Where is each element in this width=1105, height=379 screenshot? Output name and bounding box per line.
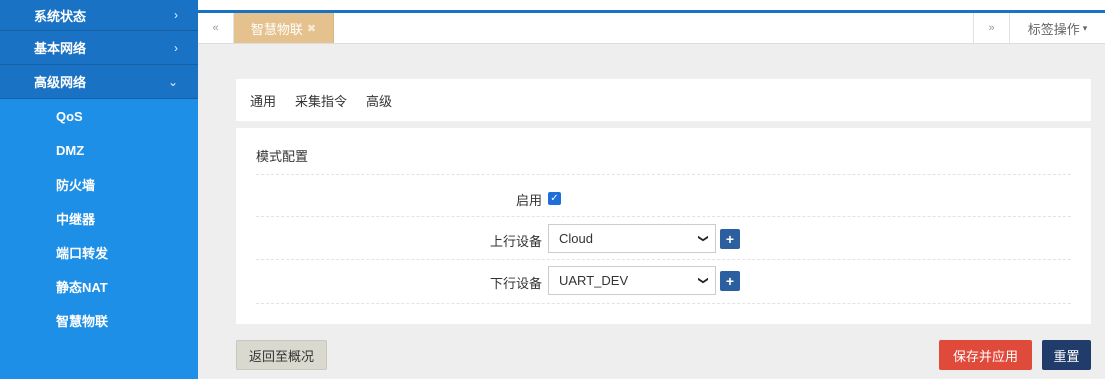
sidebar-item-label: QoS [56, 108, 83, 124]
tab-bar: « 智慧物联 ✖ » 标签操作 ▾ [198, 10, 1105, 44]
tab-spacer [334, 13, 973, 43]
uplink-device-label: 上行设备 [489, 234, 542, 249]
tab-operations-label: 标签操作 [1027, 21, 1080, 37]
sidebar-item-label: 智慧物联 [56, 313, 109, 329]
enable-checkbox[interactable]: ✓ [548, 192, 561, 205]
sidebar-item-repeater[interactable]: 中继器 [0, 201, 198, 235]
caret-down-icon: ▾ [1082, 22, 1088, 33]
chevron-down-icon: ⌄ [167, 74, 178, 89]
save-and-apply-button[interactable]: 保存并应用 [939, 340, 1032, 370]
sidebar-item-dmz[interactable]: DMZ [0, 133, 198, 167]
sidebar-item-port-forward[interactable]: 端口转发 [0, 235, 198, 269]
downlink-device-select[interactable]: UART_DEV ❯ [548, 266, 716, 295]
add-uplink-device-button[interactable]: + [720, 229, 740, 249]
divider [256, 303, 1071, 304]
chevron-right-icon: › [174, 8, 178, 22]
double-chevron-left-icon: « [212, 22, 219, 34]
divider [256, 259, 1071, 260]
tab-operations-dropdown[interactable]: 标签操作 ▾ [1009, 13, 1105, 43]
tab-collect-commands[interactable]: 采集指令 [295, 91, 347, 110]
enable-label: 启用 [515, 193, 542, 208]
sidebar-item-smart-iot[interactable]: 智慧物联 [0, 303, 198, 337]
tab-scroll-right-button[interactable]: » [973, 13, 1009, 43]
add-downlink-device-button[interactable]: + [720, 271, 740, 291]
uplink-device-select[interactable]: Cloud ❯ [548, 224, 716, 253]
sidebar-group-system-status[interactable]: 系统状态 › [0, 0, 198, 31]
close-icon[interactable]: ✖ [307, 22, 316, 35]
tab-scroll-left-button[interactable]: « [198, 13, 234, 43]
panel-title: 模式配置 [256, 149, 309, 164]
downlink-device-label: 下行设备 [489, 276, 542, 291]
sidebar-item-qos[interactable]: QoS [0, 99, 198, 133]
sidebar-item-firewall[interactable]: 防火墙 [0, 167, 198, 201]
sidebar-item-label: 中继器 [56, 211, 96, 227]
double-chevron-right-icon: » [988, 22, 995, 34]
sidebar-group-basic-network[interactable]: 基本网络 › [0, 31, 198, 65]
sidebar-item-label: 端口转发 [56, 245, 109, 261]
sidebar-group-label: 高级网络 [34, 75, 87, 90]
chevron-right-icon: › [174, 40, 178, 55]
sidebar-group-advanced-network[interactable]: 高级网络 ⌄ [0, 65, 198, 99]
mode-config-panel: 模式配置 启用 ✓ 上行设备 Cloud ❯ + 下行设备 UART_DEV ❯… [236, 128, 1091, 324]
reset-button[interactable]: 重置 [1042, 340, 1091, 370]
sidebar-item-label: DMZ [56, 142, 85, 158]
section-tabs: 通用 采集指令 高级 [236, 79, 1091, 121]
sidebar: 系统状态 › 基本网络 › 高级网络 ⌄ QoS DMZ 防火墙 中继器 端口转… [0, 0, 198, 379]
main-content: 通用 采集指令 高级 模式配置 启用 ✓ 上行设备 Cloud ❯ + 下行设备… [198, 44, 1105, 379]
downlink-device-value: UART_DEV [559, 273, 629, 288]
chevron-down-icon: ❯ [697, 276, 709, 285]
sidebar-group-label: 系统状态 [34, 8, 87, 24]
divider [256, 216, 1071, 217]
uplink-device-value: Cloud [559, 231, 593, 246]
sidebar-item-static-nat[interactable]: 静态NAT [0, 269, 198, 303]
tab-advanced[interactable]: 高级 [366, 91, 392, 110]
sidebar-item-label: 防火墙 [56, 177, 96, 193]
sidebar-group-label: 基本网络 [34, 41, 87, 56]
back-to-overview-button[interactable]: 返回至概况 [236, 340, 327, 370]
tab-general[interactable]: 通用 [250, 91, 276, 110]
divider [256, 174, 1071, 175]
sidebar-item-label: 静态NAT [56, 279, 108, 295]
tab-label: 智慧物联 [250, 21, 303, 37]
tab-smart-iot[interactable]: 智慧物联 ✖ [234, 13, 334, 43]
chevron-down-icon: ❯ [697, 234, 709, 243]
